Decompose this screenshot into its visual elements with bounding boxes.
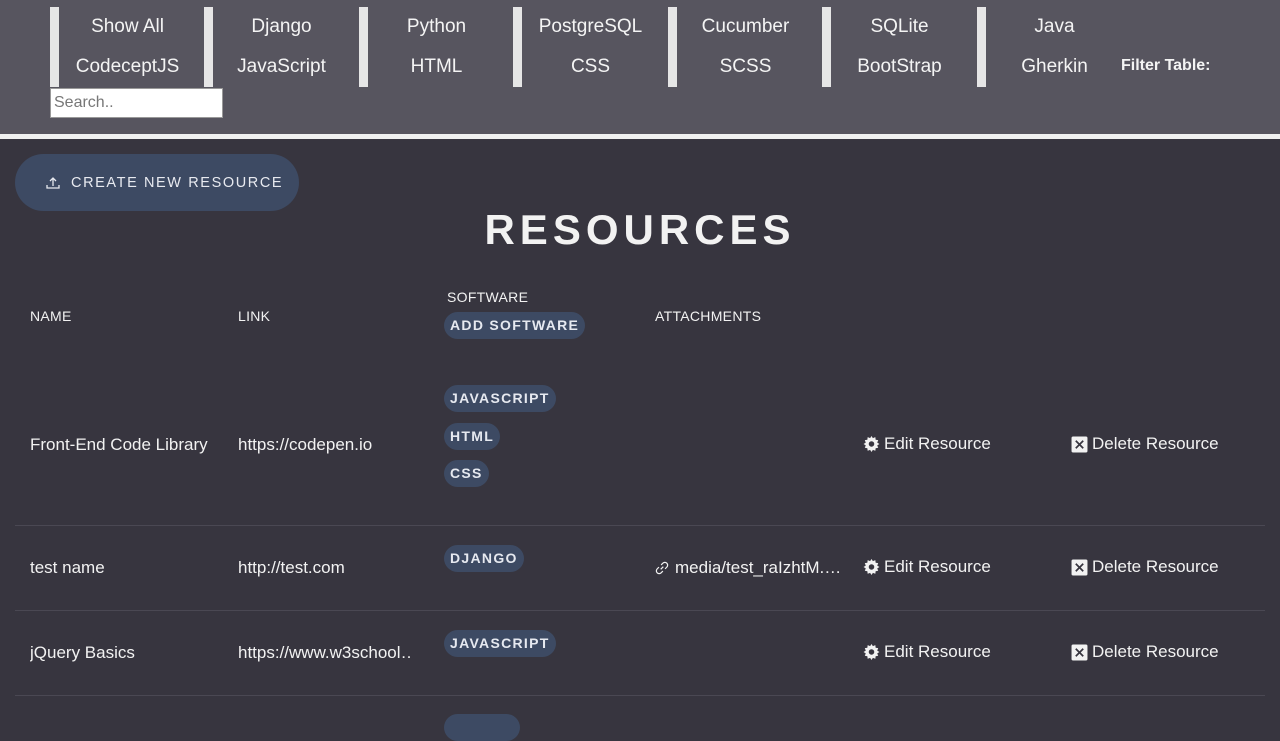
filter-divider bbox=[513, 7, 522, 87]
attachment-link[interactable]: media/test_raIzhtM.… bbox=[655, 558, 841, 578]
link-icon bbox=[655, 561, 669, 575]
row-divider bbox=[15, 610, 1265, 611]
create-button-label: CREATE NEW RESOURCE bbox=[71, 174, 284, 191]
resource-link[interactable]: https://www.w3school… bbox=[238, 643, 413, 663]
topbar-divider bbox=[0, 134, 1280, 139]
column-header-attachments: ATTACHMENTS bbox=[655, 308, 762, 324]
upload-icon bbox=[46, 176, 60, 189]
filter-codeceptjs-button[interactable]: CodeceptJS bbox=[59, 47, 196, 87]
resource-link[interactable]: https://codepen.io bbox=[238, 435, 413, 455]
filter-sqlite-button[interactable]: SQLite bbox=[831, 7, 968, 47]
delete-resource-label: Delete Resource bbox=[1092, 434, 1219, 453]
gear-icon bbox=[863, 643, 880, 660]
filter-bootstrap-button[interactable]: BootStrap bbox=[831, 47, 968, 87]
create-new-resource-button[interactable]: CREATE NEW RESOURCE bbox=[15, 154, 299, 211]
filter-css-button[interactable]: CSS bbox=[522, 47, 659, 87]
filter-table-label: Filter Table: bbox=[1121, 57, 1211, 74]
edit-resource-label: Edit Resource bbox=[884, 434, 991, 453]
filter-divider bbox=[977, 7, 986, 87]
filter-group: Java Gherkin bbox=[977, 7, 1123, 87]
filter-group: Cucumber SCSS bbox=[668, 7, 814, 87]
software-tag-partial[interactable] bbox=[444, 714, 520, 741]
edit-resource-button[interactable]: Edit Resource bbox=[863, 434, 991, 454]
filter-html-button[interactable]: HTML bbox=[368, 47, 505, 87]
close-icon bbox=[1071, 436, 1088, 452]
software-tag[interactable]: JAVASCRIPT bbox=[444, 385, 556, 412]
filter-show-all-button[interactable]: Show All bbox=[59, 7, 196, 47]
page-title: RESOURCES bbox=[484, 206, 796, 253]
close-icon bbox=[1071, 559, 1088, 575]
edit-resource-button[interactable]: Edit Resource bbox=[863, 642, 991, 662]
filter-javascript-button[interactable]: JavaScript bbox=[213, 47, 350, 87]
resource-name: test name bbox=[30, 558, 105, 577]
delete-resource-button[interactable]: Delete Resource bbox=[1071, 557, 1219, 577]
filter-divider bbox=[822, 7, 831, 87]
filter-postgresql-button[interactable]: PostgreSQL bbox=[522, 7, 659, 47]
edit-resource-label: Edit Resource bbox=[884, 557, 991, 576]
column-header-name: NAME bbox=[30, 308, 72, 324]
delete-resource-label: Delete Resource bbox=[1092, 557, 1219, 576]
software-tag[interactable]: JAVASCRIPT bbox=[444, 630, 556, 657]
delete-resource-label: Delete Resource bbox=[1092, 642, 1219, 661]
software-tag[interactable]: DJANGO bbox=[444, 545, 524, 572]
filter-django-button[interactable]: Django bbox=[213, 7, 350, 47]
gear-icon bbox=[863, 558, 880, 575]
filter-divider bbox=[50, 7, 59, 87]
close-icon bbox=[1071, 644, 1088, 660]
filter-group: Django JavaScript bbox=[204, 7, 350, 87]
add-software-button[interactable]: ADD SOFTWARE bbox=[444, 312, 586, 339]
delete-resource-button[interactable]: Delete Resource bbox=[1071, 434, 1219, 454]
resource-name: Front-End Code Library bbox=[30, 435, 208, 454]
column-header-software: SOFTWARE bbox=[447, 289, 529, 305]
filter-gherkin-button[interactable]: Gherkin bbox=[986, 47, 1123, 87]
filter-bar: Show All CodeceptJS Django JavaScript Py… bbox=[0, 0, 1280, 134]
row-divider bbox=[15, 525, 1265, 526]
filter-divider bbox=[668, 7, 677, 87]
row-divider bbox=[15, 695, 1265, 696]
filter-group: SQLite BootStrap bbox=[822, 7, 968, 87]
search-input[interactable] bbox=[50, 88, 223, 118]
column-header-link: LINK bbox=[238, 308, 271, 324]
filter-scss-button[interactable]: SCSS bbox=[677, 47, 814, 87]
attachment-filename: media/test_raIzhtM.… bbox=[675, 558, 842, 577]
delete-resource-button[interactable]: Delete Resource bbox=[1071, 642, 1219, 662]
filter-group: Show All CodeceptJS bbox=[50, 7, 196, 87]
software-tag[interactable]: CSS bbox=[444, 460, 489, 487]
filter-java-button[interactable]: Java bbox=[986, 7, 1123, 47]
software-tag[interactable]: HTML bbox=[444, 423, 501, 450]
edit-resource-button[interactable]: Edit Resource bbox=[863, 557, 991, 577]
filter-group: PostgreSQL CSS bbox=[513, 7, 659, 87]
resource-link[interactable]: http://test.com bbox=[238, 558, 413, 578]
edit-resource-label: Edit Resource bbox=[884, 642, 991, 661]
filter-divider bbox=[359, 7, 368, 87]
filter-group: Python HTML bbox=[359, 7, 505, 87]
filter-python-button[interactable]: Python bbox=[368, 7, 505, 47]
gear-icon bbox=[863, 435, 880, 452]
filter-cucumber-button[interactable]: Cucumber bbox=[677, 7, 814, 47]
resource-name: jQuery Basics bbox=[30, 643, 135, 662]
filter-divider bbox=[204, 7, 213, 87]
